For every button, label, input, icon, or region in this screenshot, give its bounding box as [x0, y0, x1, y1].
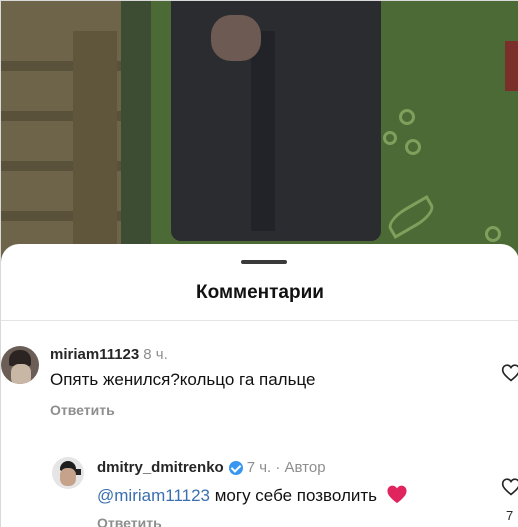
- photo-circle: [405, 139, 421, 155]
- header-divider: [1, 320, 518, 321]
- sheet-title: Комментарии: [196, 282, 324, 303]
- photo-hand: [211, 15, 261, 61]
- photo-circle: [383, 131, 397, 145]
- photo-red-sign: [505, 41, 518, 91]
- sheet-drag-handle[interactable]: [241, 260, 287, 264]
- post-photo-background: [1, 1, 518, 263]
- photo-post: [73, 31, 117, 263]
- photo-circle: [399, 109, 415, 125]
- photo-coat-shade: [251, 31, 275, 231]
- comments-sheet: Комментарии: [1, 244, 518, 527]
- photo-person-coat: [171, 1, 381, 241]
- photo-circle: [485, 226, 501, 242]
